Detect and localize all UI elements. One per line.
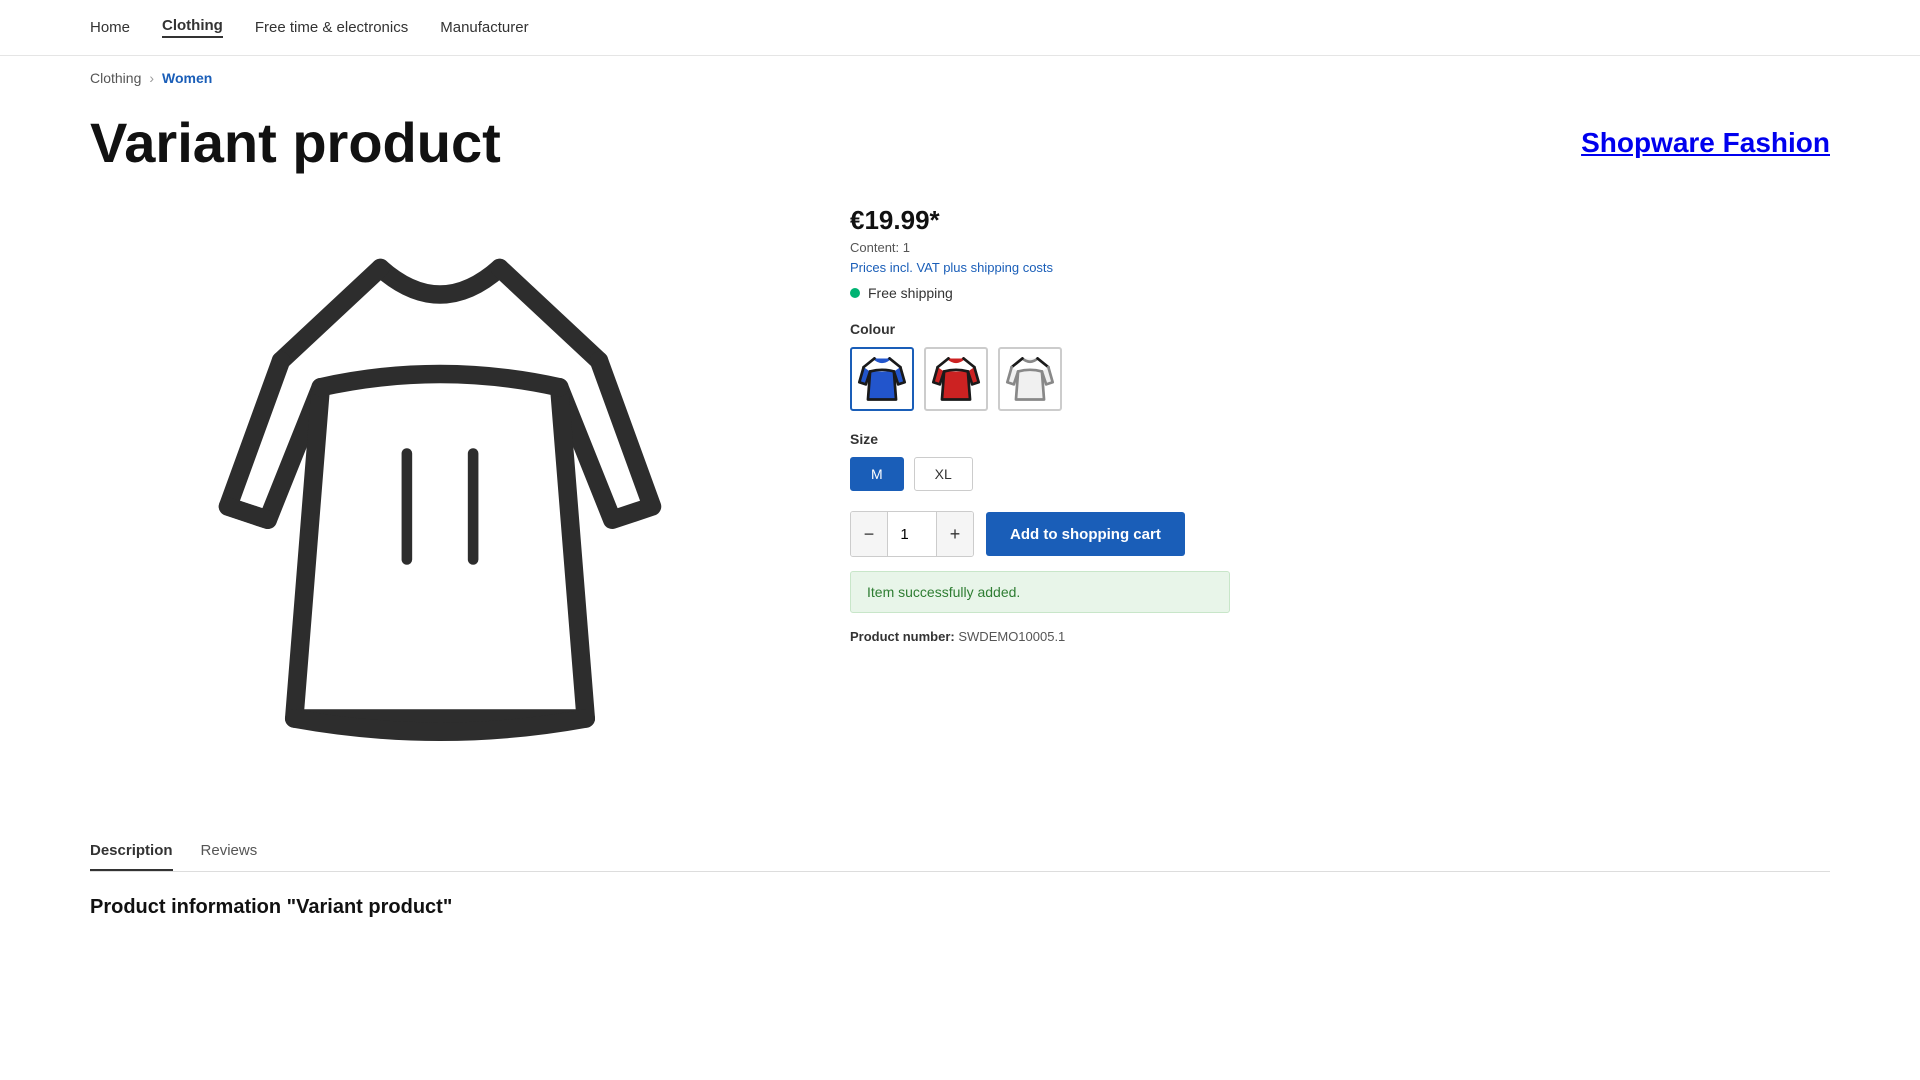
quantity-decrease-button[interactable]: − bbox=[851, 512, 887, 556]
page-title-row: Variant product Shopware Fashion bbox=[0, 100, 1920, 195]
nav-manufacturer[interactable]: Manufacturer bbox=[440, 19, 528, 36]
product-price: €19.99* bbox=[850, 205, 1230, 236]
colour-label: Colour bbox=[850, 321, 1230, 337]
colour-option-red[interactable] bbox=[924, 347, 988, 411]
product-info-col: €19.99* Content: 1 Prices incl. VAT plus… bbox=[850, 195, 1230, 644]
product-image bbox=[175, 215, 705, 772]
product-image-col bbox=[90, 195, 790, 792]
quantity-input[interactable] bbox=[887, 512, 937, 556]
free-shipping-label: Free shipping bbox=[868, 285, 953, 301]
breadcrumb-parent[interactable]: Clothing bbox=[90, 70, 141, 86]
product-number: Product number: SWDEMO10005.1 bbox=[850, 629, 1230, 644]
tabs-section: Description Reviews bbox=[0, 792, 1920, 872]
breadcrumb-chevron: › bbox=[149, 70, 154, 86]
content-info: Content: 1 bbox=[850, 240, 1230, 255]
manufacturer-link[interactable]: Shopware Fashion bbox=[1581, 127, 1830, 159]
main-nav: Home Clothing Free time & electronics Ma… bbox=[0, 0, 1920, 56]
nav-free-time[interactable]: Free time & electronics bbox=[255, 19, 408, 36]
tab-reviews[interactable]: Reviews bbox=[201, 832, 258, 871]
product-number-label: Product number: bbox=[850, 629, 955, 644]
size-options: M XL bbox=[850, 457, 1230, 491]
size-label: Size bbox=[850, 431, 1230, 447]
main-content: €19.99* Content: 1 Prices incl. VAT plus… bbox=[0, 195, 1920, 792]
free-shipping: Free shipping bbox=[850, 285, 1230, 301]
tabs: Description Reviews bbox=[90, 832, 1830, 872]
colour-option-white[interactable] bbox=[998, 347, 1062, 411]
nav-clothing[interactable]: Clothing bbox=[162, 17, 223, 38]
product-number-value: SWDEMO10005.1 bbox=[958, 629, 1065, 644]
product-info-heading: Product information "Variant product" bbox=[0, 872, 1920, 919]
product-title: Variant product bbox=[90, 110, 501, 175]
size-xl-button[interactable]: XL bbox=[914, 457, 973, 491]
shipping-costs-link[interactable]: Prices incl. VAT plus shipping costs bbox=[850, 260, 1053, 275]
success-message: Item successfully added. bbox=[850, 571, 1230, 613]
colour-option-blue[interactable] bbox=[850, 347, 914, 411]
quantity-control: − + bbox=[850, 511, 974, 557]
free-shipping-dot bbox=[850, 288, 860, 298]
nav-home[interactable]: Home bbox=[90, 19, 130, 36]
breadcrumb-current: Women bbox=[162, 70, 212, 86]
breadcrumb: Clothing › Women bbox=[0, 56, 1920, 100]
add-to-cart-button[interactable]: Add to shopping cart bbox=[986, 512, 1185, 556]
cart-row: − + Add to shopping cart bbox=[850, 511, 1230, 557]
size-m-button[interactable]: M bbox=[850, 457, 904, 491]
colour-options bbox=[850, 347, 1230, 411]
quantity-increase-button[interactable]: + bbox=[937, 512, 973, 556]
tab-description[interactable]: Description bbox=[90, 832, 173, 871]
